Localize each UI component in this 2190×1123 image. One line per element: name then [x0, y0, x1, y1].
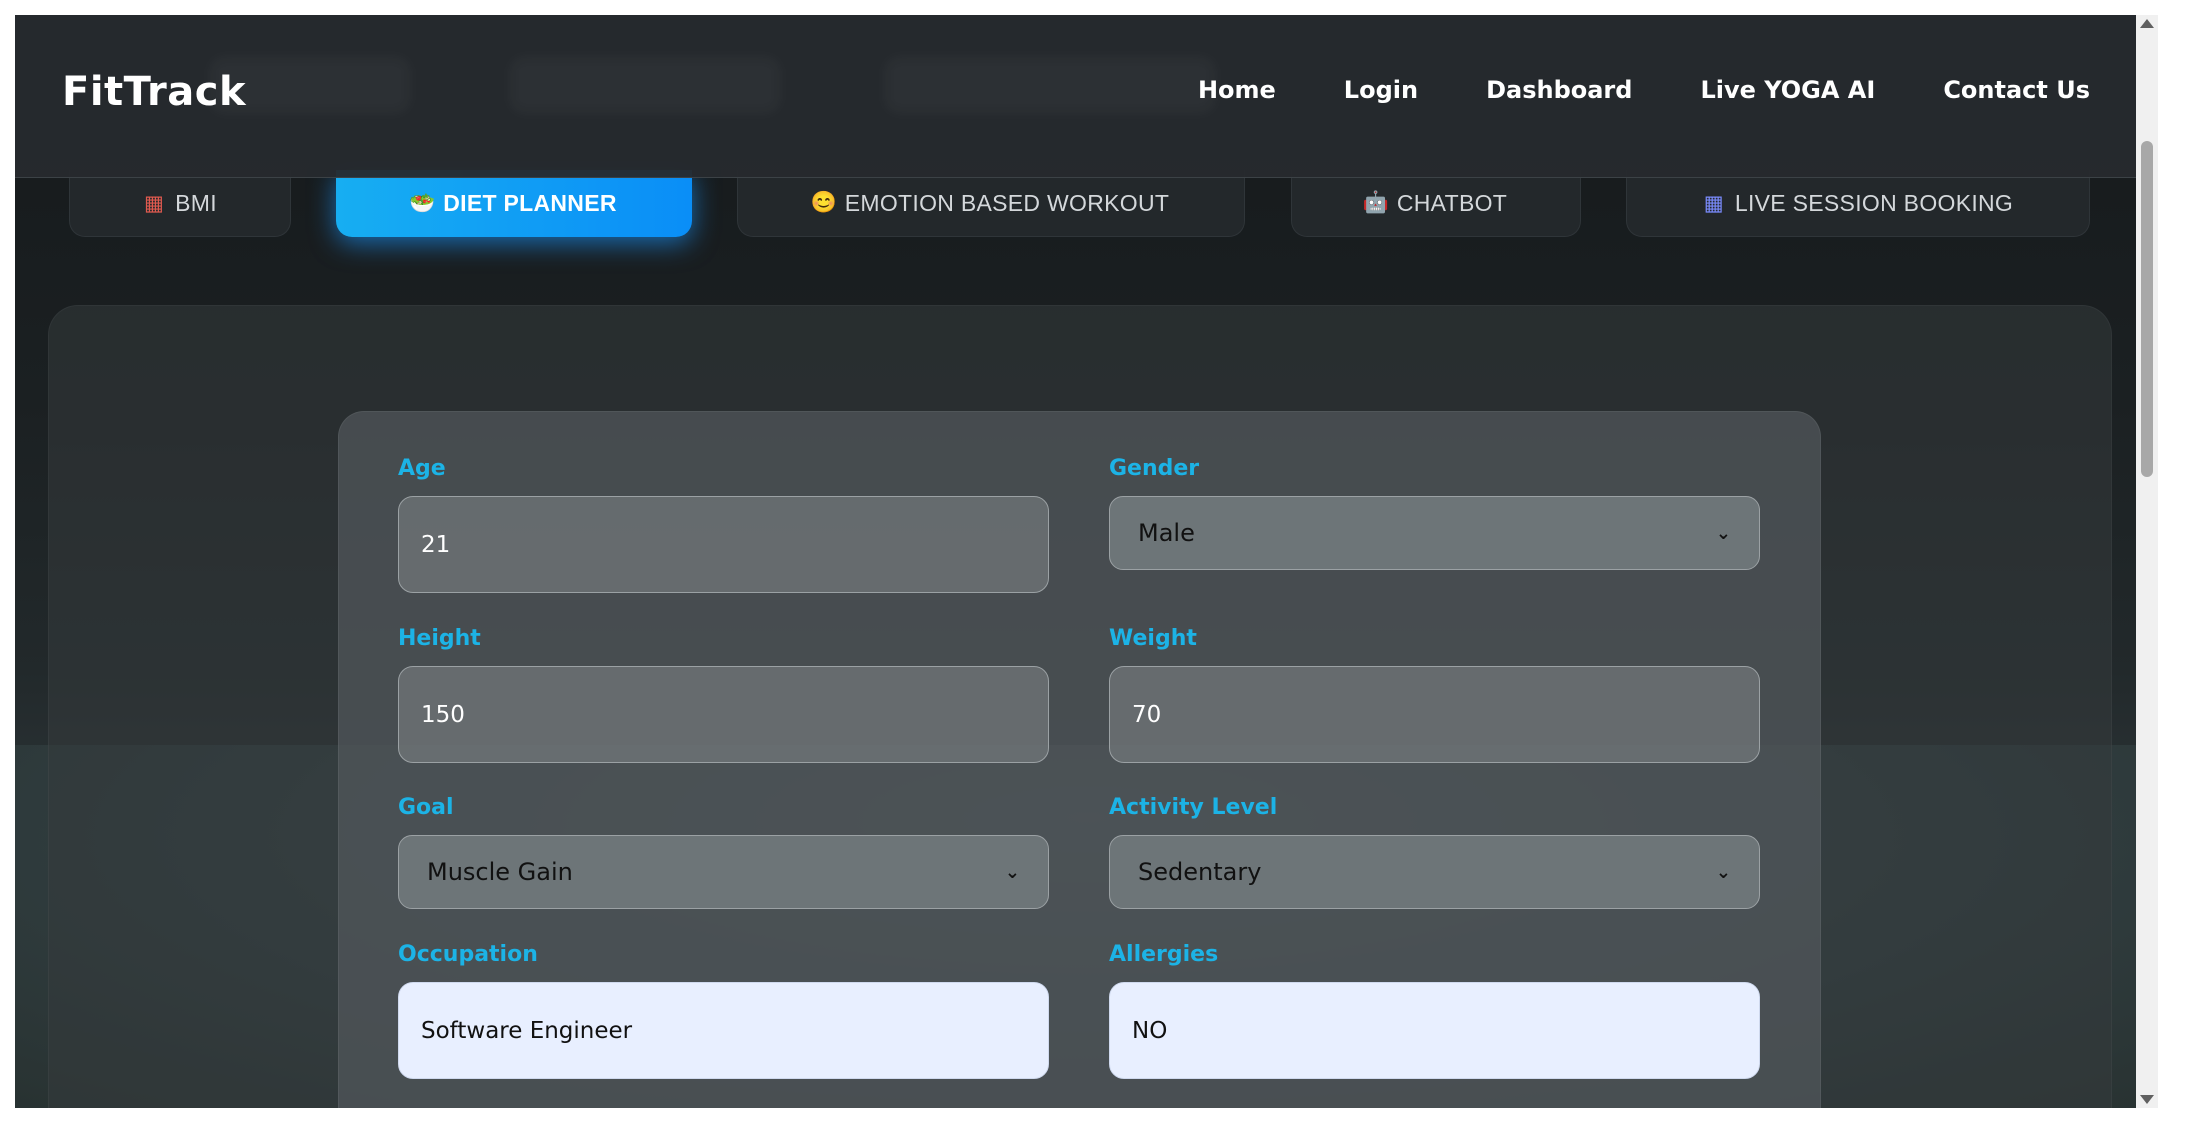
age-input[interactable]: 21	[398, 496, 1049, 593]
tab-chatbot[interactable]: 🤖 CHATBOT	[1291, 170, 1581, 237]
nav-login[interactable]: Login	[1344, 76, 1418, 104]
gender-label: Gender	[1109, 456, 1200, 481]
gender-field-group: Gender Male ⌄	[1109, 456, 1760, 570]
age-label: Age	[398, 456, 446, 481]
salad-bowl-icon: 🥗	[409, 191, 436, 215]
age-field-group: Age 21	[398, 456, 1049, 593]
scrollbar-thumb[interactable]	[2141, 141, 2153, 477]
smile-face-icon: 😊	[810, 191, 837, 214]
diet-form: Age 21 Gender Male ⌄ Height 150 Weight 7…	[338, 411, 1821, 1108]
allergies-field-group: Allergies NO	[1109, 942, 1760, 1079]
chevron-down-icon: ⌄	[1004, 861, 1020, 883]
scroll-up-arrow-icon[interactable]	[2140, 19, 2154, 28]
goal-field-group: Goal Muscle Gain ⌄	[398, 795, 1049, 909]
tab-label: DIET PLANNER	[443, 190, 617, 216]
tab-emotion-based-workout[interactable]: 😊 EMOTION BASED WORKOUT	[737, 170, 1245, 237]
allergies-input[interactable]: NO	[1109, 982, 1760, 1079]
occupation-input[interactable]: Software Engineer	[398, 982, 1049, 1079]
nav-dashboard[interactable]: Dashboard	[1486, 76, 1632, 104]
chevron-down-icon: ⌄	[1715, 861, 1731, 883]
abacus-icon: ▦	[144, 191, 165, 215]
calendar-icon: ▦	[1703, 191, 1724, 215]
tab-bmi[interactable]: ▦ BMI	[69, 170, 291, 237]
height-field-group: Height 150	[398, 626, 1049, 763]
occupation-label: Occupation	[398, 942, 538, 967]
weight-input[interactable]: 70	[1109, 666, 1760, 763]
tab-label: LIVE SESSION BOOKING	[1734, 189, 2014, 216]
chevron-down-icon: ⌄	[1715, 522, 1731, 544]
gender-value: Male	[1138, 519, 1195, 547]
goal-select[interactable]: Muscle Gain ⌄	[398, 835, 1049, 909]
nav-links: Home Login Dashboard Live YOGA AI Contac…	[1198, 76, 2090, 104]
weight-label: Weight	[1109, 626, 1197, 651]
goal-value: Muscle Gain	[427, 858, 573, 886]
feature-tabs: ▦ BMI 🥗 DIET PLANNER 😊 EMOTION BASED WOR…	[15, 170, 2158, 240]
browser-viewport: ▦ BMI 🥗 DIET PLANNER 😊 EMOTION BASED WOR…	[15, 15, 2158, 1108]
weight-field-group: Weight 70	[1109, 626, 1760, 763]
tab-label: EMOTION BASED WORKOUT	[844, 189, 1170, 216]
nav-live-yoga-ai[interactable]: Live YOGA AI	[1700, 76, 1875, 104]
tab-diet-planner[interactable]: 🥗 DIET PLANNER	[336, 170, 692, 237]
top-navbar: FitTrack Home Login Dashboard Live YOGA …	[15, 15, 2158, 178]
height-input[interactable]: 150	[398, 666, 1049, 763]
blurred-nav-shadow	[510, 57, 780, 113]
brand-logo[interactable]: FitTrack	[62, 69, 246, 115]
tab-label: CHATBOT	[1396, 189, 1508, 216]
activity-field-group: Activity Level Sedentary ⌄	[1109, 795, 1760, 909]
activity-level-value: Sedentary	[1138, 858, 1262, 886]
goal-label: Goal	[398, 795, 454, 820]
blurred-nav-shadow	[885, 57, 1215, 113]
tab-label: BMI	[175, 189, 217, 216]
allergies-label: Allergies	[1109, 942, 1219, 967]
activity-level-label: Activity Level	[1109, 795, 1278, 820]
vertical-scrollbar[interactable]	[2136, 15, 2158, 1108]
gender-select[interactable]: Male ⌄	[1109, 496, 1760, 570]
robot-icon: 🤖	[1362, 191, 1390, 214]
scroll-down-arrow-icon[interactable]	[2140, 1095, 2154, 1104]
nav-contact-us[interactable]: Contact Us	[1943, 76, 2090, 104]
nav-home[interactable]: Home	[1198, 76, 1276, 104]
activity-level-select[interactable]: Sedentary ⌄	[1109, 835, 1760, 909]
height-label: Height	[398, 626, 481, 651]
tab-live-session-booking[interactable]: ▦ LIVE SESSION BOOKING	[1626, 170, 2090, 237]
occupation-field-group: Occupation Software Engineer	[398, 942, 1049, 1079]
